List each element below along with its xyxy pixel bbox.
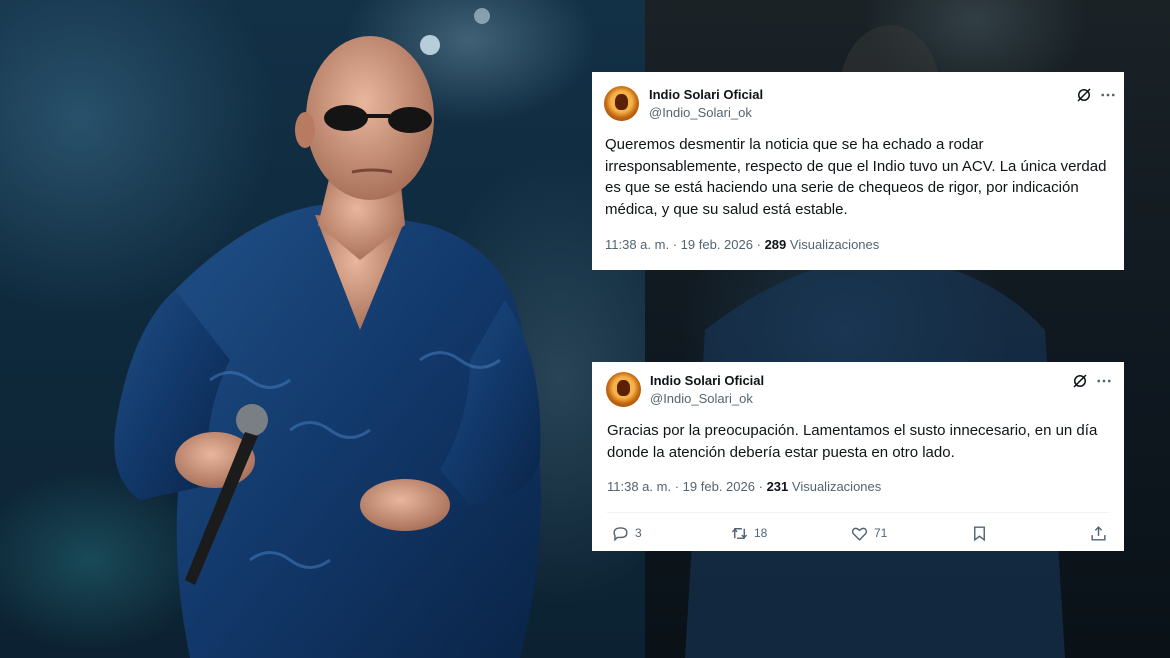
views-label: Visualizaciones — [789, 237, 880, 252]
share-button[interactable] — [1089, 523, 1108, 543]
background-photo-performer — [0, 0, 645, 658]
tweet-date[interactable]: 19 feb. 2026 — [681, 237, 753, 252]
handle[interactable]: @Indio_Solari_ok — [650, 391, 753, 406]
bookmark-icon — [974, 525, 985, 541]
tweet-date[interactable]: 19 feb. 2026 — [683, 479, 755, 494]
bookmark-button[interactable] — [970, 523, 989, 543]
meta-separator: · — [672, 237, 678, 252]
like-button[interactable]: 71 — [850, 523, 887, 543]
tweet-card[interactable]: Indio Solari Oficial @Indio_Solari_ok Gr… — [592, 362, 1124, 551]
reply-button[interactable]: 3 — [611, 523, 642, 543]
meta-separator: · — [756, 237, 761, 252]
views-count: 289 — [764, 237, 787, 252]
avatar[interactable] — [604, 86, 639, 121]
performer-illustration — [114, 8, 541, 658]
share-icon — [1091, 525, 1106, 541]
tweet-text: Queremos desmentir la noticia que se ha … — [605, 136, 1107, 218]
views-count: 231 — [766, 479, 789, 494]
views-label: Visualizaciones — [791, 479, 882, 494]
more-icon[interactable] — [1099, 86, 1117, 104]
grok-icon[interactable] — [1071, 372, 1089, 390]
tweet-text: Gracias por la preocupación. Lamentamos … — [607, 422, 1098, 461]
grok-icon[interactable] — [1075, 86, 1093, 104]
retweet-icon — [731, 527, 748, 539]
display-name[interactable]: Indio Solari Oficial — [650, 373, 764, 388]
display-name[interactable]: Indio Solari Oficial — [649, 87, 763, 102]
meta-separator: · — [674, 479, 680, 494]
retweet-button[interactable]: 18 — [730, 523, 767, 543]
retweet-count: 18 — [754, 526, 768, 540]
reply-icon — [613, 526, 628, 542]
tweet-card[interactable]: Indio Solari Oficial @Indio_Solari_ok Qu… — [592, 72, 1124, 270]
tweet-time[interactable]: 11:38 a. m. — [607, 479, 671, 494]
like-count: 71 — [874, 526, 888, 540]
tweet-time[interactable]: 11:38 a. m. — [605, 237, 669, 252]
tweet-meta: 11:38 a. m. · 19 feb. 2026 · 231 Visuali… — [607, 479, 881, 494]
tweet-meta: 11:38 a. m. · 19 feb. 2026 · 289 Visuali… — [605, 237, 879, 252]
handle[interactable]: @Indio_Solari_ok — [649, 105, 752, 120]
like-icon — [851, 527, 868, 541]
meta-separator: · — [758, 479, 763, 494]
avatar[interactable] — [606, 372, 641, 407]
reply-count: 3 — [635, 526, 642, 540]
divider — [607, 512, 1109, 513]
more-icon[interactable] — [1095, 372, 1113, 390]
